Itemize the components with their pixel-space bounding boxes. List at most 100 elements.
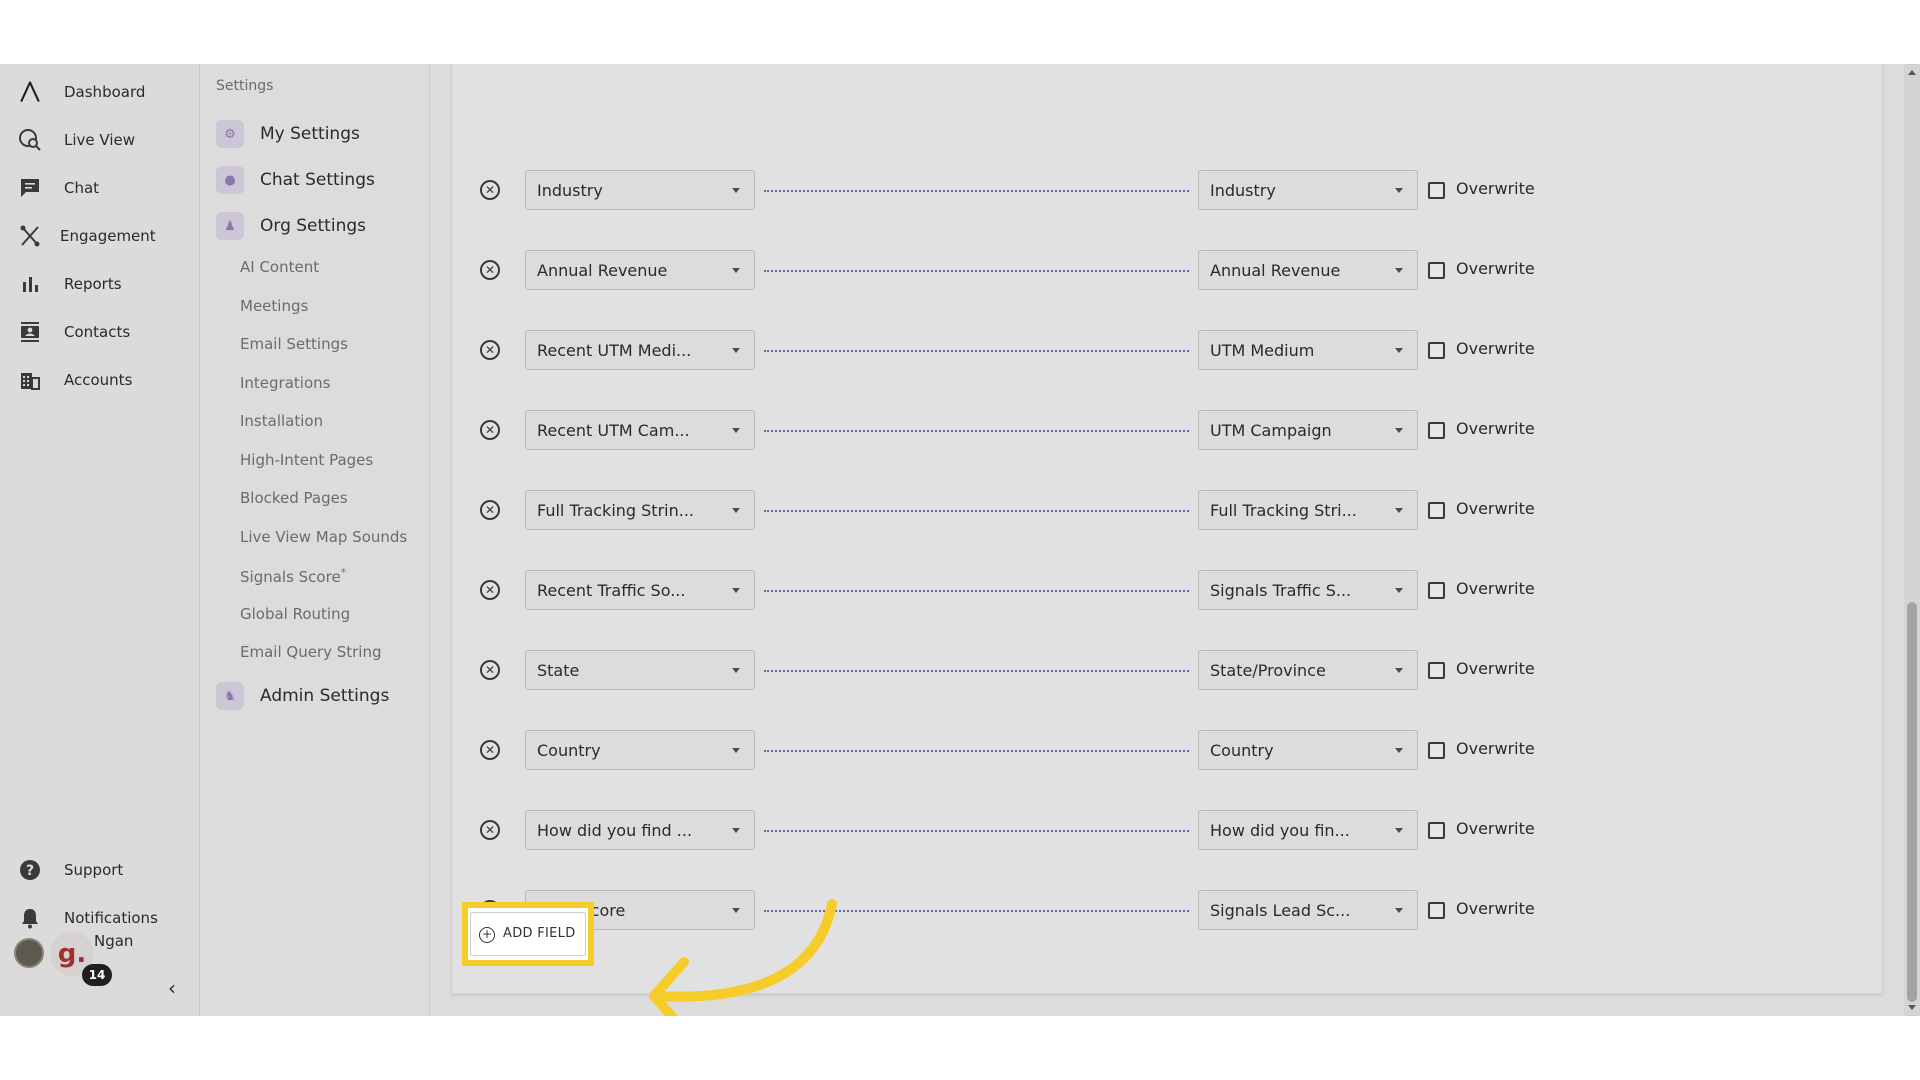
target-field-select[interactable]: Industry: [1198, 170, 1418, 210]
mapping-row: ✕ Industry Industry Overwrite: [452, 168, 1884, 212]
target-field-value: Country: [1210, 740, 1274, 760]
mapping-connector: [764, 830, 1189, 832]
chevron-down-icon: [1395, 908, 1403, 913]
nav-item-reports[interactable]: Reports: [0, 264, 200, 304]
overwrite-checkbox[interactable]: [1428, 582, 1445, 599]
source-field-select[interactable]: Annual Revenue: [525, 250, 755, 290]
target-field-select[interactable]: UTM Campaign: [1198, 410, 1418, 450]
target-field-select[interactable]: UTM Medium: [1198, 330, 1418, 370]
nav-item-support[interactable]: ? Support: [0, 850, 200, 890]
source-field-value: Full Tracking Strin...: [537, 500, 694, 520]
target-field-select[interactable]: Annual Revenue: [1198, 250, 1418, 290]
sub-item-email-query-string[interactable]: Email Query String: [240, 643, 382, 661]
vertical-scrollbar[interactable]: [1904, 64, 1920, 1016]
target-field-select[interactable]: Full Tracking Stri...: [1198, 490, 1418, 530]
overwrite-checkbox[interactable]: [1428, 822, 1445, 839]
mapping-connector: [764, 350, 1189, 352]
scroll-down-icon[interactable]: [1908, 1005, 1916, 1010]
target-field-value: Full Tracking Stri...: [1210, 500, 1357, 520]
add-field-button[interactable]: + ADD FIELD: [470, 912, 586, 956]
building-icon: [18, 368, 42, 392]
source-field-select[interactable]: Full Tracking Strin...: [525, 490, 755, 530]
remove-field-button[interactable]: ✕: [480, 420, 500, 440]
overwrite-label: Overwrite: [1456, 179, 1535, 198]
target-field-select[interactable]: State/Province: [1198, 650, 1418, 690]
sub-item-blocked-pages[interactable]: Blocked Pages: [240, 489, 348, 507]
overwrite-checkbox[interactable]: [1428, 182, 1445, 199]
sub-item-installation[interactable]: Installation: [240, 412, 323, 430]
section-label: Chat Settings: [260, 170, 375, 190]
nav-label-accounts: Accounts: [64, 371, 133, 389]
remove-field-button[interactable]: ✕: [480, 500, 500, 520]
sub-item-meetings[interactable]: Meetings: [240, 297, 308, 315]
nav-item-live-view[interactable]: Live View: [0, 120, 200, 160]
overwrite-checkbox[interactable]: [1428, 502, 1445, 519]
sub-item-ai-content[interactable]: AI Content: [240, 258, 319, 276]
remove-field-button[interactable]: ✕: [480, 180, 500, 200]
target-field-select[interactable]: Country: [1198, 730, 1418, 770]
sub-item-live-view-map-sounds[interactable]: Live View Map Sounds: [240, 528, 407, 546]
remove-field-button[interactable]: ✕: [480, 820, 500, 840]
chevron-down-icon: [1395, 668, 1403, 673]
remove-field-button[interactable]: ✕: [480, 340, 500, 360]
sub-item-signals-score[interactable]: Signals Score*: [240, 566, 346, 586]
section-chat-settings[interactable]: ● Chat Settings: [212, 160, 422, 200]
main-nav: Dashboard Live View Chat Engagement Repo…: [0, 64, 200, 1016]
settings-title: Settings: [216, 78, 274, 94]
logo-icon: [18, 80, 42, 104]
overwrite-label: Overwrite: [1456, 739, 1535, 758]
scrollbar-thumb[interactable]: [1907, 602, 1917, 1002]
sub-item-integrations[interactable]: Integrations: [240, 374, 330, 392]
target-field-select[interactable]: Signals Traffic S...: [1198, 570, 1418, 610]
chevron-down-icon: [1395, 828, 1403, 833]
nav-item-chat[interactable]: Chat: [0, 168, 200, 208]
source-field-select[interactable]: Recent Traffic So...: [525, 570, 755, 610]
remove-field-button[interactable]: ✕: [480, 660, 500, 680]
overwrite-label: Overwrite: [1456, 499, 1535, 518]
nav-item-engagement[interactable]: Engagement: [0, 216, 200, 256]
nav-label-chat: Chat: [64, 179, 100, 197]
remove-field-button[interactable]: ✕: [480, 260, 500, 280]
overwrite-checkbox[interactable]: [1428, 742, 1445, 759]
overwrite-checkbox[interactable]: [1428, 902, 1445, 919]
settings-sidebar: Settings ⚙ My Settings ● Chat Settings ♟…: [200, 64, 430, 1016]
source-field-select[interactable]: How did you find ...: [525, 810, 755, 850]
scroll-up-icon[interactable]: [1908, 70, 1916, 75]
target-field-value: Industry: [1210, 180, 1276, 200]
nav-item-accounts[interactable]: Accounts: [0, 360, 200, 400]
sub-item-global-routing[interactable]: Global Routing: [240, 605, 350, 623]
section-admin-settings[interactable]: ♞ Admin Settings: [212, 676, 422, 716]
target-field-select[interactable]: Signals Lead Sc...: [1198, 890, 1418, 930]
section-label: Org Settings: [260, 216, 366, 236]
overwrite-label: Overwrite: [1456, 339, 1535, 358]
target-field-value: How did you fin...: [1210, 820, 1350, 840]
target-field-value: UTM Campaign: [1210, 420, 1332, 440]
source-field-select[interactable]: Recent UTM Cam...: [525, 410, 755, 450]
nav-item-contacts[interactable]: Contacts: [0, 312, 200, 352]
overwrite-checkbox[interactable]: [1428, 342, 1445, 359]
overwrite-checkbox[interactable]: [1428, 662, 1445, 679]
collapse-sidebar-button[interactable]: ‹: [160, 976, 184, 1000]
plus-circle-icon: +: [479, 927, 495, 943]
source-field-select[interactable]: Industry: [525, 170, 755, 210]
remove-field-button[interactable]: ✕: [480, 740, 500, 760]
source-field-select[interactable]: State: [525, 650, 755, 690]
source-field-select[interactable]: Recent UTM Medi...: [525, 330, 755, 370]
overwrite-checkbox[interactable]: [1428, 422, 1445, 439]
section-org-settings[interactable]: ♟ Org Settings: [212, 206, 422, 246]
sub-item-email-settings[interactable]: Email Settings: [240, 335, 348, 353]
nav-item-dashboard[interactable]: Dashboard: [0, 72, 200, 112]
chevron-down-icon: [1395, 428, 1403, 433]
target-field-select[interactable]: How did you fin...: [1198, 810, 1418, 850]
chevron-down-icon: [1395, 348, 1403, 353]
chevron-left-icon: ‹: [168, 976, 176, 1000]
notification-count-badge: 14: [82, 964, 112, 986]
target-field-value: Signals Lead Sc...: [1210, 900, 1351, 920]
source-field-select[interactable]: Country: [525, 730, 755, 770]
sub-item-high-intent-pages[interactable]: High-Intent Pages: [240, 451, 373, 469]
remove-field-button[interactable]: ✕: [480, 580, 500, 600]
overwrite-checkbox[interactable]: [1428, 262, 1445, 279]
chevron-down-icon: [732, 668, 740, 673]
section-my-settings[interactable]: ⚙ My Settings: [212, 114, 422, 154]
close-icon: ✕: [484, 183, 496, 197]
